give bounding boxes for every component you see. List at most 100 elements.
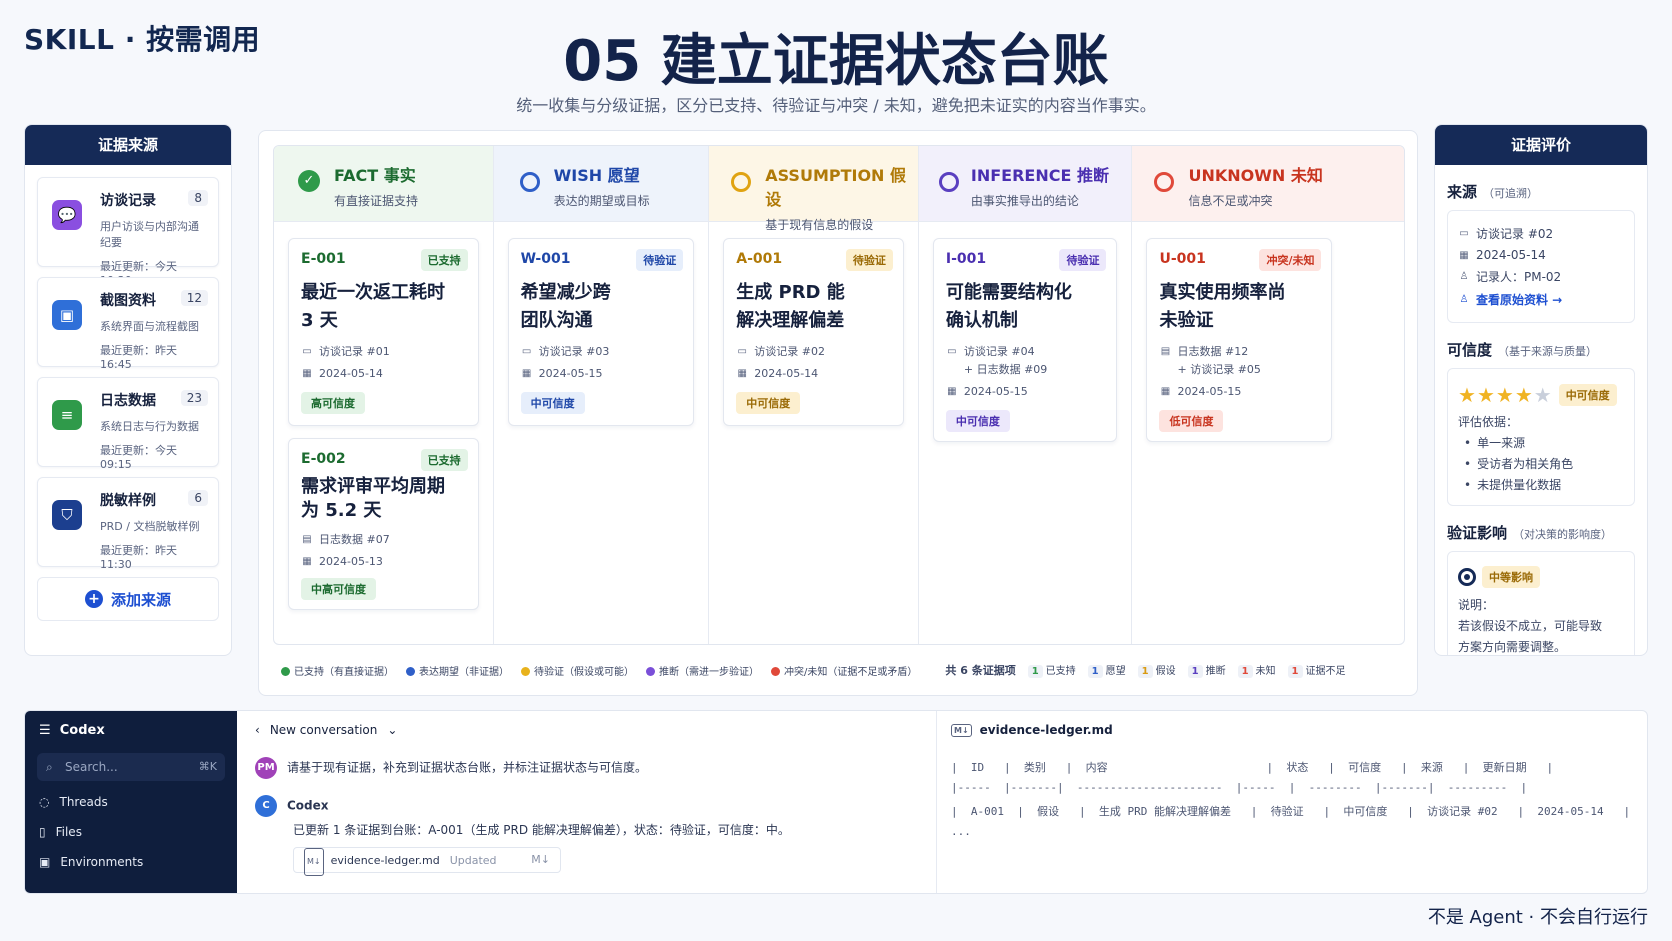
star-icon: ★: [1476, 383, 1496, 407]
column-subtitle: 信息不足或冲突: [1188, 194, 1273, 208]
legend-count: 1 已支持: [1027, 662, 1076, 678]
credibility-heading: 可信度 （基于来源与质量）: [1447, 341, 1598, 359]
circle-icon: [938, 172, 959, 192]
sidebar-item-files[interactable]: ▯ Files: [39, 825, 82, 839]
sidebar-item-environments[interactable]: ▣ Environments: [39, 855, 143, 869]
impact-heading: 验证影响 （对决策的影响度）: [1447, 524, 1613, 542]
status-badge: 待验证: [636, 249, 684, 271]
column-header-unknown: UNKNOWN 未知 信息不足或冲突: [1132, 146, 1404, 222]
legend-total: 共 6 条证据项: [945, 664, 1016, 677]
document-pane: M↓ evidence-ledger.md | ID | 类别 | 内容 | 状态…: [937, 711, 1647, 893]
source-ref: 访谈记录 #02: [1476, 227, 1554, 241]
source-details: ▭ 访谈记录 #02 ▦ 2024-05-14 ♙ 记录人：PM-02 ♙ 查看原始资料…: [1447, 210, 1635, 323]
calendar-icon: ▦: [302, 368, 312, 379]
confidence-badge: 中可信度: [736, 392, 801, 414]
doc-line: | A-001 | 假设 | 生成 PRD 能解决理解偏差 | 待验证 | 中可…: [951, 805, 1631, 818]
column-title: UNKNOWN 未知: [1188, 166, 1323, 185]
calendar-icon: ▦: [1160, 386, 1171, 397]
page-title: 05 建立证据状态台账: [563, 29, 1109, 94]
evidence-card-w001[interactable]: W-001 待验证 希望减少跨团队沟通 ▭ 访谈记录 #03 ▦ 2024-05-1…: [507, 238, 695, 426]
calendar-icon: ▦: [947, 386, 957, 397]
app-sidebar: ☰ Codex ⌕ Search... ⌘K ◌ Threads ▯ Files ▣…: [25, 711, 237, 893]
basis-heading: 评估依据：: [1458, 415, 1519, 429]
circle-icon: [731, 172, 752, 192]
star-icon: ★: [1495, 383, 1515, 407]
column-subtitle: 由事实推导出的结论: [970, 194, 1079, 208]
source-count: 6: [188, 490, 208, 506]
column-title: WISH 愿望: [553, 166, 640, 185]
app-name: ☰ Codex: [39, 723, 105, 738]
note-heading: 说明：: [1458, 598, 1495, 612]
board-legend: 已支持（有直接证据） 表达期望（非证据） 待验证（假设或可能） 推断（需进一步验…: [273, 656, 1405, 684]
document-icon: ≡: [52, 400, 82, 430]
source-count: 23: [180, 390, 208, 406]
card-source: 访谈记录 #03: [538, 345, 610, 358]
impact-level: 中等影响: [1482, 566, 1540, 588]
file-icon: ▯: [39, 825, 46, 839]
source-desc: 系统日志与行为数据: [100, 420, 199, 433]
legend-item: 表达期望（非证据）: [406, 663, 509, 678]
evidence-card-u001[interactable]: U-001 冲突/未知 真实使用频率尚未验证 ▤ 日志数据 #12 + 访谈记录 …: [1146, 238, 1333, 442]
confidence-badge: 中可信度: [945, 410, 1010, 432]
star-rating: ★★★★★: [1458, 383, 1553, 407]
note-line: 若该假设不成立，可能导致: [1458, 619, 1603, 633]
column-inference: INFERENCE 推断 由事实推导出的结论 I-001 待验证 可能需要结构化…: [918, 146, 1133, 644]
evidence-card-e001[interactable]: E-001 已支持 最近一次返工耗时 3 天 ▭ 访谈记录 #01 ▦ 2024-0…: [288, 238, 479, 426]
calendar-icon: ▦: [302, 556, 312, 567]
source-item-interviews[interactable]: 💬 访谈记录 8 用户访谈与内部沟通纪要 最近更新：今天 10:20: [37, 177, 219, 287]
assistant-message: 已更新 1 条证据到台账：A-001（生成 PRD 能解决理解偏差），状态：待验…: [293, 823, 790, 837]
source-item-samples[interactable]: ⛉ 脱敏样例 6 PRD / 文档脱敏样例 最近更新：昨天 11:30: [37, 477, 219, 571]
plus-icon: +: [84, 590, 103, 608]
shortcut-hint: ⌘K: [198, 760, 217, 773]
card-title: 可能需要结构化确认机制: [945, 282, 1072, 331]
confidence-badge: 中高可信度: [301, 578, 376, 600]
chat-pane: ‹ New conversation ⌄ PM 请基于现有证据，补充到证据状态台账…: [237, 711, 937, 893]
evidence-card-e002[interactable]: E-002 已支持 需求评审平均周期为 5.2 天 ▤ 日志数据 #07 ▦ 202…: [288, 438, 479, 610]
column-unknown: UNKNOWN 未知 信息不足或冲突 U-001 冲突/未知 真实使用频率尚未验…: [1132, 146, 1404, 644]
card-date: 2024-05-14: [319, 367, 383, 380]
document-title: M↓ evidence-ledger.md: [951, 723, 1113, 737]
doc-line: ...: [951, 825, 971, 838]
status-badge: 已支持: [420, 449, 468, 471]
sidebar-item-threads[interactable]: ◌ Threads: [39, 795, 108, 809]
column-title: INFERENCE 推断: [970, 166, 1109, 185]
user-icon: ♙: [1459, 271, 1469, 282]
basis-item: 单一来源: [1458, 434, 1624, 451]
back-icon: ‹: [255, 723, 260, 737]
card-title: 需求评审平均周期为 5.2 天: [301, 476, 445, 521]
source-item-logs[interactable]: ≡ 日志数据 23 系统日志与行为数据 最近更新：今天 09:15: [37, 377, 219, 471]
card-source-extra: + 访谈记录 #05: [1177, 363, 1261, 376]
legend-count: 1 愿望: [1087, 662, 1126, 678]
card-source: 访谈记录 #02: [754, 345, 825, 358]
star-icon: ★: [1514, 383, 1534, 407]
file-attachment[interactable]: M↓ evidence-ledger.md Updated M↓: [293, 847, 561, 876]
legend-item: 冲突/未知（证据不足或矛盾）: [771, 663, 917, 678]
legend-item: 待验证（假设或可能）: [521, 663, 634, 678]
evidence-card-a001[interactable]: A-001 待验证 生成 PRD 能解决理解偏差 ▭ 访谈记录 #02 ▦ 2024…: [723, 238, 904, 426]
doc-line: |----- |-------| ---------------------- …: [951, 781, 1528, 794]
markdown-icon: M↓: [304, 848, 324, 876]
source-item-screenshots[interactable]: ▣ 截图资料 12 系统界面与流程截图 最近更新：昨天 16:45: [37, 277, 219, 371]
status-badge: 待验证: [1059, 249, 1107, 271]
chat-icon: ▭: [947, 345, 957, 357]
column-header-inference: INFERENCE 推断 由事实推导出的结论: [918, 146, 1132, 222]
database-icon: ▤: [1160, 345, 1171, 357]
assistant-avatar: C: [255, 795, 277, 817]
card-title: 最近一次返工耗时 3 天: [301, 282, 445, 331]
card-source: 访谈记录 #01: [319, 345, 390, 358]
legend-count: 1 证据不足: [1287, 662, 1346, 678]
column-title: FACT 事实: [334, 166, 416, 185]
conversation-selector[interactable]: ‹ New conversation ⌄: [255, 723, 397, 737]
chevron-down-icon: ⌄: [387, 723, 398, 737]
add-source-button[interactable]: + 添加来源: [37, 577, 219, 621]
card-title: 希望减少跨团队沟通: [520, 282, 611, 331]
source-updated: 最近更新：今天 09:15: [100, 444, 177, 471]
view-source-link[interactable]: 查看原始资料 →: [1476, 291, 1562, 308]
chat-icon: 💬: [52, 200, 82, 230]
markdown-icon: M↓: [951, 723, 972, 737]
evidence-card-i001[interactable]: I-001 待验证 可能需要结构化确认机制 ▭ 访谈记录 #04 + 日志数据 #…: [932, 238, 1118, 442]
column-assumption: ASSUMPTION 假设 基于现有信息的假设 A-001 待验证 生成 PRD…: [709, 146, 919, 644]
user-message: PM 请基于现有证据，补充到证据状态台账，并标注证据状态与可信度。: [255, 757, 647, 779]
evaluation-panel: 证据评价 来源 （可追溯） ▭ 访谈记录 #02 ▦ 2024-05-14 ♙ 记录人：…: [1434, 124, 1648, 656]
search-input[interactable]: ⌕ Search... ⌘K: [37, 753, 225, 781]
